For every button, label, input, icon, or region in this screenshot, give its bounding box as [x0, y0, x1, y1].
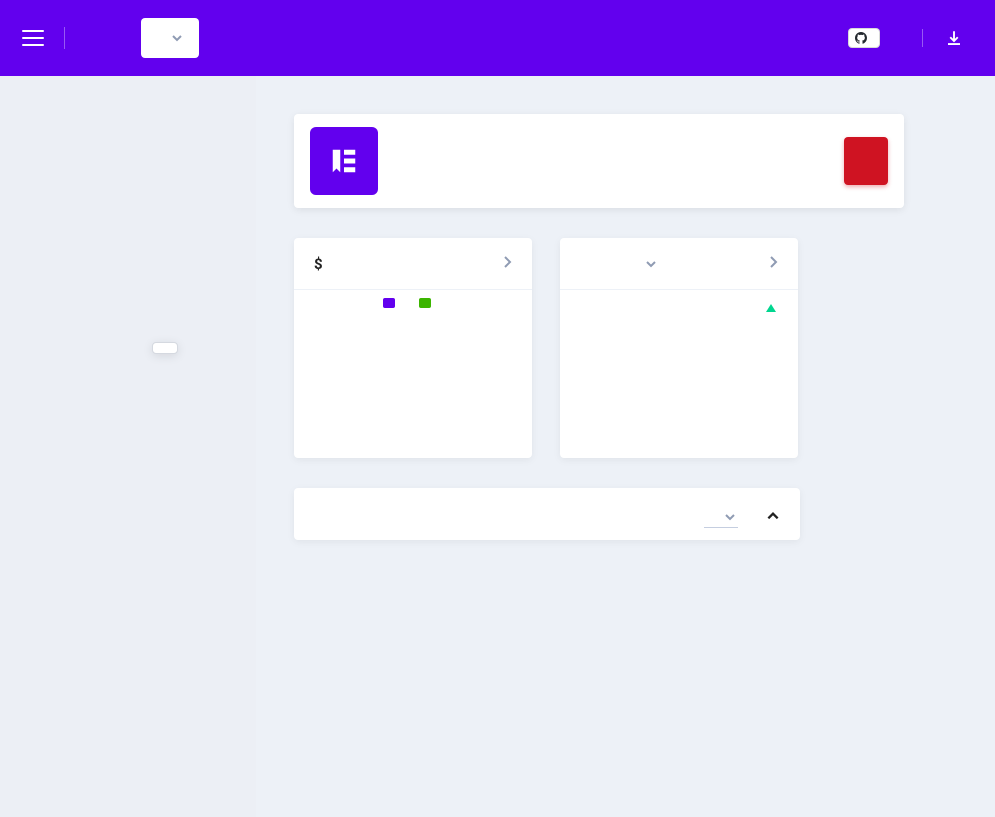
contact-us-button[interactable]: [844, 137, 888, 185]
divider: [64, 27, 65, 49]
dollar-icon: $: [314, 255, 323, 273]
content-area: $: [256, 76, 995, 817]
sidebar: [0, 76, 256, 817]
bitcoin-card: [560, 238, 798, 458]
traffic-header: [294, 488, 800, 540]
sidebar-heading-features: [0, 96, 256, 126]
bitcoin-body: [560, 290, 798, 304]
hire-us-banner: [294, 114, 904, 208]
bitcoin-chart: [560, 336, 798, 396]
profit-legend: [294, 290, 532, 312]
profit-chart: [294, 312, 532, 458]
profit-card: $: [294, 238, 532, 458]
stats-row: $: [294, 238, 995, 458]
chevron-up-icon: [766, 509, 780, 523]
main-layout: $: [0, 76, 995, 817]
bitcoin-card-header: [560, 238, 798, 290]
download-icon: [945, 29, 963, 47]
github-icon: [855, 32, 867, 44]
github-star-button[interactable]: [848, 28, 880, 48]
swatch-orders: [419, 298, 431, 308]
profit-card-header: $: [294, 238, 532, 290]
palette-icon: [310, 127, 378, 195]
traffic-period-selector[interactable]: [704, 507, 738, 528]
menu-toggle-button[interactable]: [22, 25, 44, 51]
app-header: [0, 0, 995, 76]
chevron-down-icon: [171, 32, 183, 44]
theme-selector[interactable]: [141, 18, 199, 58]
swatch-transactions: [383, 298, 395, 308]
tooltip-forms: [152, 342, 178, 354]
chevron-down-icon: [724, 511, 736, 523]
chevron-right-icon[interactable]: [502, 254, 512, 273]
download-counter[interactable]: [922, 29, 973, 47]
chevron-right-icon[interactable]: [768, 254, 778, 273]
collapse-button[interactable]: [766, 508, 780, 527]
traffic-card: [294, 488, 800, 540]
crypto-selector[interactable]: [635, 258, 657, 270]
chevron-down-icon: [645, 258, 657, 270]
caret-up-icon: [766, 304, 776, 312]
bitcoin-delta: [766, 304, 780, 312]
